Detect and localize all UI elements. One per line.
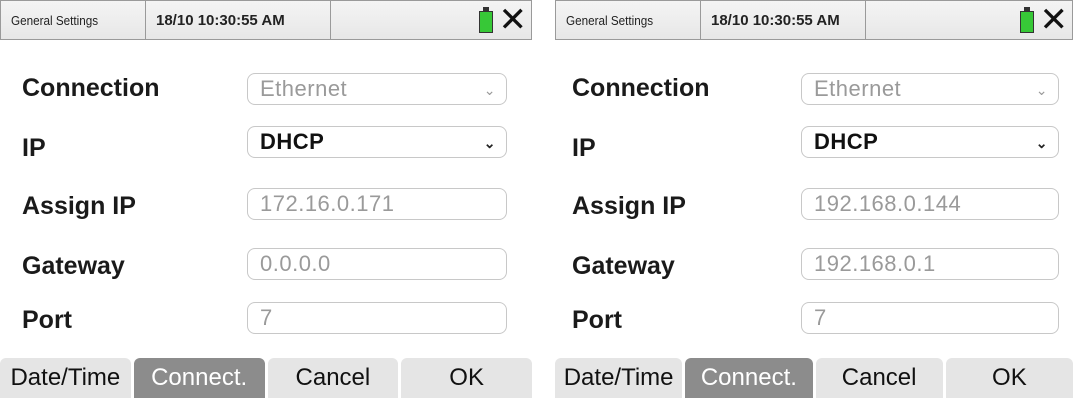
gateway-label: Gateway	[572, 252, 675, 280]
gateway-row: Gateway 0.0.0.0	[0, 248, 532, 292]
connection-select[interactable]: Ethernet ⌄	[801, 73, 1059, 105]
tab-date-time[interactable]: Date/Time	[0, 358, 131, 398]
connection-label: Connection	[22, 74, 160, 102]
chevron-down-icon: ⌄	[483, 135, 496, 151]
ip-row: IP DHCP ⌄	[555, 126, 1073, 170]
port-row: Port 7	[0, 302, 532, 346]
ip-mode-select[interactable]: DHCP ⌄	[801, 126, 1059, 158]
close-icon[interactable]: ✕	[499, 3, 528, 37]
datetime: 18/10 10:30:55 AM	[711, 11, 840, 29]
tab-connect[interactable]: Connect.	[685, 358, 813, 398]
assign-ip-value: 172.16.0.171	[260, 191, 395, 216]
port-label: Port	[572, 306, 622, 334]
assign-ip-row: Assign IP 192.168.0.144	[555, 188, 1073, 232]
port-value: 7	[260, 305, 273, 330]
ip-mode-select[interactable]: DHCP ⌄	[247, 126, 507, 158]
battery-icon	[1019, 6, 1034, 33]
datetime: 18/10 10:30:55 AM	[156, 11, 285, 29]
cancel-button[interactable]: Cancel	[267, 358, 399, 398]
chevron-down-icon: ⌄	[1035, 82, 1048, 98]
gateway-row: Gateway 192.168.0.1	[555, 248, 1073, 292]
settings-panel-right: General Settings 18/10 10:30:55 AM ✕ Con…	[555, 0, 1073, 398]
window-title-cell: General Settings	[556, 1, 701, 39]
title-bar: General Settings 18/10 10:30:55 AM ✕	[555, 0, 1073, 40]
datetime-cell: 18/10 10:30:55 AM	[701, 1, 866, 39]
window-title-cell: General Settings	[1, 1, 146, 39]
gateway-value: 0.0.0.0	[260, 251, 331, 276]
close-icon[interactable]: ✕	[1040, 3, 1069, 37]
bottom-tabs: Date/Time Connect. Cancel OK	[0, 358, 532, 398]
assign-ip-field[interactable]: 172.16.0.171	[247, 188, 507, 220]
port-field[interactable]: 7	[801, 302, 1059, 334]
tab-date-time[interactable]: Date/Time	[555, 358, 683, 398]
status-area: ✕	[331, 1, 531, 39]
window-title: General Settings	[11, 12, 99, 28]
gateway-label: Gateway	[22, 252, 125, 280]
window-title: General Settings	[566, 12, 654, 28]
port-row: Port 7	[555, 302, 1073, 346]
chevron-down-icon: ⌄	[483, 82, 496, 98]
battery-icon	[478, 6, 493, 33]
connection-select[interactable]: Ethernet ⌄	[247, 73, 507, 105]
title-bar: General Settings 18/10 10:30:55 AM ✕	[0, 0, 532, 40]
ip-mode-value: DHCP	[260, 129, 325, 154]
datetime-cell: 18/10 10:30:55 AM	[146, 1, 331, 39]
port-field[interactable]: 7	[247, 302, 507, 334]
assign-ip-row: Assign IP 172.16.0.171	[0, 188, 532, 232]
settings-panel-left: General Settings 18/10 10:30:55 AM ✕ Con…	[0, 0, 532, 398]
assign-ip-label: Assign IP	[22, 192, 136, 220]
assign-ip-field[interactable]: 192.168.0.144	[801, 188, 1059, 220]
ok-button[interactable]: OK	[401, 358, 532, 398]
ok-button[interactable]: OK	[945, 358, 1073, 398]
connection-value: Ethernet	[814, 76, 902, 101]
ip-row: IP DHCP ⌄	[0, 126, 532, 170]
gateway-field[interactable]: 0.0.0.0	[247, 248, 507, 280]
ip-label: IP	[22, 134, 46, 162]
port-value: 7	[814, 305, 827, 330]
gateway-field[interactable]: 192.168.0.1	[801, 248, 1059, 280]
chevron-down-icon: ⌄	[1035, 135, 1048, 151]
connection-label: Connection	[572, 74, 710, 102]
port-label: Port	[22, 306, 72, 334]
status-area: ✕	[866, 1, 1072, 39]
cancel-button[interactable]: Cancel	[815, 358, 943, 398]
tab-connect[interactable]: Connect.	[133, 358, 265, 398]
connection-value: Ethernet	[260, 76, 348, 101]
connection-row: Connection Ethernet ⌄	[0, 70, 532, 114]
connection-row: Connection Ethernet ⌄	[555, 70, 1073, 114]
assign-ip-value: 192.168.0.144	[814, 191, 962, 216]
assign-ip-label: Assign IP	[572, 192, 686, 220]
ip-mode-value: DHCP	[814, 129, 879, 154]
bottom-tabs: Date/Time Connect. Cancel OK	[555, 358, 1073, 398]
gateway-value: 192.168.0.1	[814, 251, 936, 276]
ip-label: IP	[572, 134, 596, 162]
